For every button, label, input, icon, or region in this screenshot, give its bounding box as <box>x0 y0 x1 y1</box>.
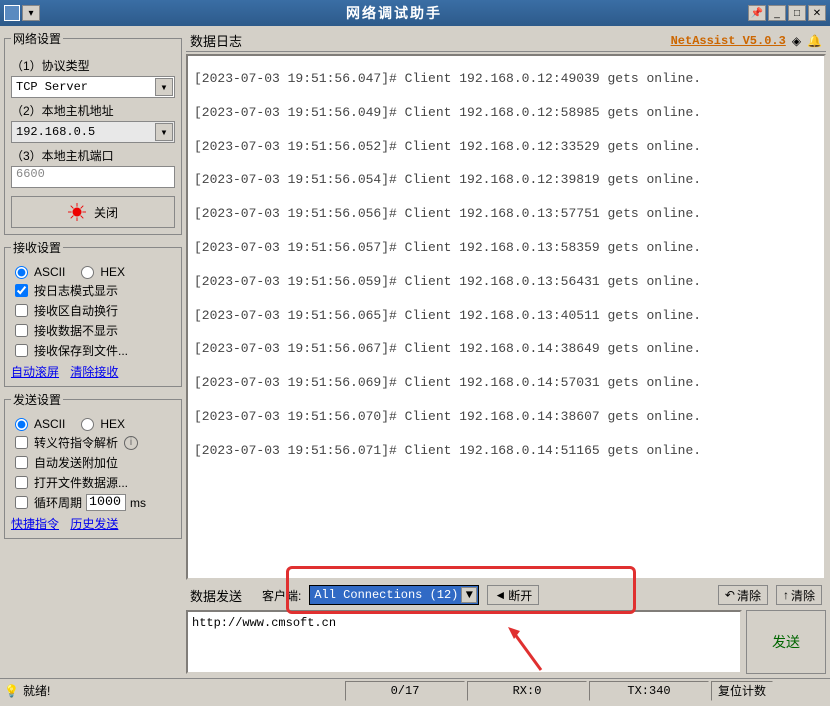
connection-active-icon <box>68 203 86 221</box>
log-title: 数据日志 <box>190 31 242 50</box>
log-line: [2023-07-03 19:51:56.069]# Client 192.16… <box>194 366 818 400</box>
status-rx: RX:0 <box>467 681 587 701</box>
clear-button-2[interactable]: ↑清除 <box>776 585 822 605</box>
pin-icon[interactable]: 📌 <box>748 5 766 21</box>
send-hex-radio[interactable] <box>81 418 94 431</box>
quick-cmd-link[interactable]: 快捷指令 <box>11 517 59 531</box>
ready-icon: 💡 <box>4 684 19 698</box>
log-line: [2023-07-03 19:51:56.071]# Client 192.16… <box>194 434 818 468</box>
chevron-down-icon: ▾ <box>155 123 173 141</box>
send-button[interactable]: 发送 <box>746 610 826 674</box>
log-header: 数据日志 NetAssist V5.0.3 ◈ 🔔 <box>186 30 826 52</box>
version-link[interactable]: NetAssist V5.0.3 <box>671 34 786 48</box>
recv-hex-radio[interactable] <box>81 266 94 279</box>
clear-button-1[interactable]: ↶清除 <box>718 585 768 605</box>
log-line: [2023-07-03 19:51:56.067]# Client 192.16… <box>194 332 818 366</box>
recv-settings-group: 接收设置 ASCII HEX 按日志模式显示 接收区自动换行 接收数据不显示 接… <box>4 239 182 387</box>
diamond-icon[interactable]: ◈ <box>792 34 801 48</box>
close-connection-button[interactable]: 关闭 <box>11 196 175 228</box>
window-title: 网络调试助手 <box>40 3 748 23</box>
client-label: 客户端: <box>262 587 301 604</box>
chevron-down-icon: ▾ <box>155 78 173 96</box>
host-combo[interactable]: 192.168.0.5 ▾ <box>11 121 175 143</box>
cycle-check[interactable] <box>15 496 28 509</box>
send-header: 数据发送 客户端: All Connections (12) ▼ ◄ 断开 ↶清… <box>186 582 826 608</box>
log-line: [2023-07-03 19:51:56.070]# Client 192.16… <box>194 400 818 434</box>
log-line: [2023-07-03 19:51:56.049]# Client 192.16… <box>194 96 818 130</box>
port-label: （3）本地主机端口 <box>11 147 175 164</box>
status-tx: TX:340 <box>589 681 709 701</box>
save-file-check[interactable] <box>15 344 28 357</box>
auto-scroll-link[interactable]: 自动滚屏 <box>11 365 59 379</box>
protocol-label: （1）协议类型 <box>11 57 175 74</box>
clear-recv-link[interactable]: 清除接收 <box>70 365 118 379</box>
send-settings-group: 发送设置 ASCII HEX 转义符指令解析i 自动发送附加位 打开文件数据源.… <box>4 391 182 539</box>
disconnect-button[interactable]: ◄ 断开 <box>487 585 539 605</box>
send-ascii-radio[interactable] <box>15 418 28 431</box>
host-label: （2）本地主机地址 <box>11 102 175 119</box>
app-icon <box>4 5 20 21</box>
send-settings-legend: 发送设置 <box>11 391 63 408</box>
network-settings-group: 网络设置 （1）协议类型 TCP Server ▾ （2）本地主机地址 192.… <box>4 30 182 235</box>
undo-icon: ↶ <box>725 588 735 602</box>
log-line: [2023-07-03 19:51:56.057]# Client 192.16… <box>194 231 818 265</box>
port-input[interactable]: 6600 <box>11 166 175 188</box>
log-line: [2023-07-03 19:51:56.059]# Client 192.16… <box>194 265 818 299</box>
reset-counter-button[interactable]: 复位计数 <box>711 681 773 701</box>
cycle-input[interactable] <box>86 494 126 511</box>
hide-recv-check[interactable] <box>15 324 28 337</box>
status-counter: 0/17 <box>345 681 465 701</box>
send-title: 数据发送 <box>190 586 242 605</box>
log-line: [2023-07-03 19:51:56.047]# Client 192.16… <box>194 62 818 96</box>
annotation-arrow-icon <box>506 625 546 675</box>
log-textarea[interactable]: [2023-07-03 19:51:56.047]# Client 192.16… <box>186 54 826 580</box>
log-line: [2023-07-03 19:51:56.052]# Client 192.16… <box>194 130 818 164</box>
info-icon[interactable]: i <box>124 436 138 450</box>
open-file-check[interactable] <box>15 476 28 489</box>
log-line: [2023-07-03 19:51:56.056]# Client 192.16… <box>194 197 818 231</box>
log-mode-check[interactable] <box>15 284 28 297</box>
log-line: [2023-07-03 19:51:56.065]# Client 192.16… <box>194 299 818 333</box>
titlebar: ▾ 网络调试助手 📌 _ □ ✕ <box>0 0 830 26</box>
escape-check[interactable] <box>15 436 28 449</box>
status-ready-text: 就绪! <box>23 682 50 699</box>
protocol-combo[interactable]: TCP Server ▾ <box>11 76 175 98</box>
recv-settings-legend: 接收设置 <box>11 239 63 256</box>
auto-wrap-check[interactable] <box>15 304 28 317</box>
network-settings-legend: 网络设置 <box>11 30 63 47</box>
up-icon: ↑ <box>783 588 789 602</box>
maximize-button[interactable]: □ <box>788 5 806 21</box>
arrow-left-icon: ◄ <box>494 588 506 602</box>
log-line: [2023-07-03 19:51:56.054]# Client 192.16… <box>194 163 818 197</box>
menu-icon[interactable]: ▾ <box>22 5 40 21</box>
minimize-button[interactable]: _ <box>768 5 786 21</box>
close-window-button[interactable]: ✕ <box>808 5 826 21</box>
client-combo[interactable]: All Connections (12) ▼ <box>309 585 479 605</box>
history-link[interactable]: 历史发送 <box>70 517 118 531</box>
auto-append-check[interactable] <box>15 456 28 469</box>
statusbar: 💡 就绪! 0/17 RX:0 TX:340 复位计数 <box>0 678 830 702</box>
chevron-down-icon: ▼ <box>461 587 477 603</box>
send-input[interactable]: http://www.cmsoft.cn <box>186 610 742 674</box>
bell-icon[interactable]: 🔔 <box>807 34 822 48</box>
recv-ascii-radio[interactable] <box>15 266 28 279</box>
